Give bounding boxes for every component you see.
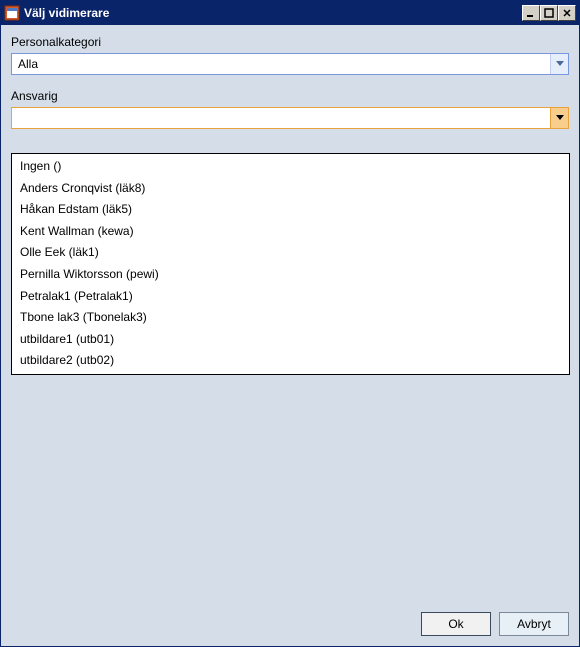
titlebar[interactable]: Välj vidimerare: [1, 1, 579, 25]
dialog-footer: Ok Avbryt: [1, 602, 579, 646]
minimize-button[interactable]: [522, 5, 540, 21]
dialog-window: Välj vidimerare Personalkategori Alla An…: [0, 0, 580, 647]
dropdown-item[interactable]: Anders Cronqvist (läk8): [16, 178, 565, 200]
dropdown-item[interactable]: Olle Eek (läk1): [16, 242, 565, 264]
window-icon: [4, 5, 20, 21]
dropdown-item[interactable]: Tbone lak3 (Tbonelak3): [16, 307, 565, 329]
maximize-button[interactable]: [540, 5, 558, 21]
window-controls: [522, 5, 576, 21]
category-combo[interactable]: Alla: [11, 53, 569, 75]
cancel-button[interactable]: Avbryt: [499, 612, 569, 636]
category-label: Personalkategori: [11, 35, 569, 49]
category-combo-value: Alla: [12, 57, 550, 71]
responsible-label: Ansvarig: [11, 89, 569, 103]
dropdown-item[interactable]: utbildare2 (utb02): [16, 350, 565, 372]
responsible-combo-arrow[interactable]: [550, 108, 568, 128]
window-title: Välj vidimerare: [24, 6, 522, 20]
ok-button[interactable]: Ok: [421, 612, 491, 636]
close-button[interactable]: [558, 5, 576, 21]
dialog-content: Personalkategori Alla Ansvarig Ingen () …: [1, 25, 579, 602]
dropdown-item[interactable]: Petralak1 (Petralak1): [16, 286, 565, 308]
dropdown-item[interactable]: Kent Wallman (kewa): [16, 221, 565, 243]
dropdown-item[interactable]: Ingen (): [16, 156, 565, 178]
dropdown-item[interactable]: Pernilla Wiktorsson (pewi): [16, 264, 565, 286]
category-combo-arrow[interactable]: [550, 54, 568, 74]
responsible-dropdown-list: Ingen () Anders Cronqvist (läk8) Håkan E…: [11, 153, 570, 375]
dropdown-item[interactable]: utbildare1 (utb01): [16, 329, 565, 351]
dropdown-item[interactable]: Håkan Edstam (läk5): [16, 199, 565, 221]
responsible-combo[interactable]: [11, 107, 569, 129]
